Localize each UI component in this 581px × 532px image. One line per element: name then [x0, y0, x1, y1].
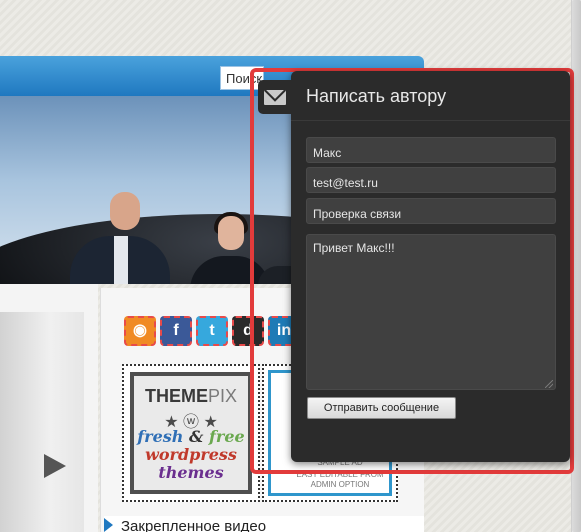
play-icon[interactable] [44, 454, 66, 478]
banner-person-1-head [110, 192, 140, 230]
message-field[interactable]: Привет Макс!!! [306, 234, 556, 390]
name-field[interactable] [306, 137, 556, 163]
banner-person-1-shirt [114, 236, 128, 284]
themepix-logo: THEMEPIX [144, 386, 237, 406]
themepix-tagline-2: wordpress [145, 445, 237, 464]
textarea-resize-handle[interactable] [545, 380, 553, 388]
themepix-tagline-1: fresh & free [137, 427, 245, 446]
twitter-icon[interactable]: t [196, 316, 228, 346]
envelope-icon[interactable] [264, 90, 286, 105]
sample-ad-line-3: ADMIN OPTION [310, 480, 370, 489]
rss-icon[interactable]: ◉ [124, 316, 156, 346]
featured-video-title: Закрепленное видео [121, 518, 267, 532]
section-marker-icon [104, 518, 113, 532]
banner-person-2-head [218, 216, 244, 250]
video-thumbnail[interactable] [0, 312, 84, 532]
popup-title: Написать автору [306, 86, 447, 106]
subject-field[interactable] [306, 198, 556, 224]
popup-divider [291, 120, 570, 121]
facebook-icon[interactable]: f [160, 316, 192, 346]
themepix-tagline-3: themes [158, 463, 224, 482]
email-field[interactable] [306, 167, 556, 193]
send-message-button[interactable]: Отправить сообщение [307, 397, 456, 419]
